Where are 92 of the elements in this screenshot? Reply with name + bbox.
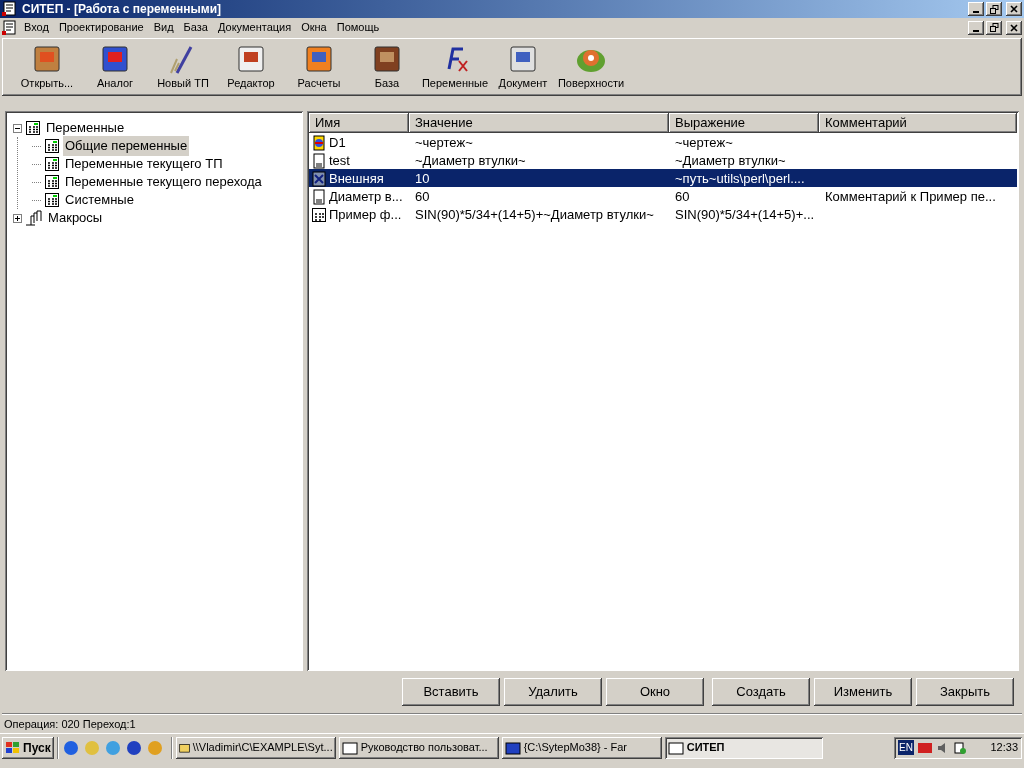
object-icon xyxy=(311,134,327,151)
tree-item[interactable]: Макросы xyxy=(46,208,105,228)
table-cell-text: test xyxy=(329,152,350,170)
network-icon[interactable] xyxy=(952,740,967,755)
action-button[interactable]: Создать xyxy=(712,678,810,706)
toolbar-button[interactable]: Поверхности xyxy=(558,42,624,92)
table-cell-text: ~Диаметр втулки~ xyxy=(414,152,527,170)
menu-item[interactable]: Окна xyxy=(297,19,331,36)
table-cell-text: D1 xyxy=(329,134,346,152)
table-row[interactable]: Пример ф... SIN(90)*5/34+(14+5)+~Диаметр втулки~ SIN(90)*5/34+(14+5)+... xyxy=(309,205,1017,223)
table-cell-text: ~путь~utils\perl\perl.... xyxy=(674,170,806,188)
tree-item[interactable]: Переменные текущего ТП xyxy=(63,154,225,174)
document-icon xyxy=(2,19,18,36)
tree-item[interactable]: Переменные xyxy=(44,118,127,138)
toolbar-button[interactable]: Расчеты xyxy=(286,42,352,92)
document-icon xyxy=(311,188,327,205)
toolbar-button[interactable]: База xyxy=(354,42,420,92)
column-header[interactable]: Комментарий xyxy=(819,113,1017,133)
restore-button[interactable] xyxy=(986,20,1002,35)
menu-item[interactable]: Документация xyxy=(213,19,296,36)
table-icon xyxy=(44,156,60,172)
menu-item[interactable]: Вид xyxy=(149,19,178,36)
minimize-button[interactable] xyxy=(968,2,984,16)
taskbar-button[interactable]: Руководство пользоват... xyxy=(338,736,499,759)
close-button[interactable] xyxy=(1006,2,1022,16)
external-icon xyxy=(311,170,327,187)
document-icon xyxy=(311,152,327,169)
language-indicator[interactable]: EN xyxy=(898,740,914,755)
taskbar-button[interactable]: СИТЕП xyxy=(664,736,823,759)
collapse-toggle[interactable] xyxy=(13,123,22,133)
window-title: СИТЕП - [Работа с переменными] xyxy=(22,1,223,18)
close-button[interactable] xyxy=(1006,20,1022,35)
toolbar-button[interactable]: Аналог xyxy=(82,42,148,92)
toolbar-button[interactable]: Редактор xyxy=(218,42,284,92)
taskbar-button[interactable]: \\Vladimir\C\EXAMPLE\Syt... xyxy=(175,736,336,759)
table-cell-text: Внешняя xyxy=(329,170,384,188)
taskbar-button[interactable]: {C:\SytepMo38} - Far xyxy=(501,736,662,759)
restore-button[interactable] xyxy=(986,2,1002,16)
plus-icon xyxy=(14,214,21,222)
tree-item[interactable]: Системные xyxy=(63,190,136,210)
action-button[interactable]: Вставить xyxy=(402,678,500,706)
menu-item[interactable]: Вход xyxy=(20,19,53,36)
action-button[interactable]: Удалить xyxy=(504,678,602,706)
column-header[interactable]: Значение xyxy=(409,113,669,133)
table-cell-text: ~чертеж~ xyxy=(414,134,474,152)
table-row[interactable]: D1 ~чертеж~ ~чертеж~ xyxy=(309,133,1017,151)
toolbar-button[interactable]: Открыть... xyxy=(14,42,80,92)
table-cell-text: Комментарий к Пример пе... xyxy=(824,188,997,206)
action-button[interactable]: Закрыть xyxy=(916,678,1014,706)
menu-item[interactable]: База xyxy=(179,19,212,36)
tree-item[interactable]: Переменные текущего перехода xyxy=(63,172,264,192)
table-icon xyxy=(44,174,60,190)
tree-item[interactable]: Общие переменные xyxy=(63,136,190,156)
expand-toggle[interactable] xyxy=(13,213,22,223)
table-row[interactable]: Внешняя 10 ~путь~utils\perl\perl.... xyxy=(309,169,1017,187)
table-icon xyxy=(44,138,60,154)
table-cell-text: Пример ф... xyxy=(329,206,402,224)
table-cell-text: ~Диаметр втулки~ xyxy=(674,152,787,170)
table-icon xyxy=(311,206,327,223)
table-icon xyxy=(44,192,60,208)
document-icon xyxy=(341,739,358,756)
toolbar-button[interactable]: Документ xyxy=(490,42,556,92)
close-icon xyxy=(1010,5,1018,13)
close-icon xyxy=(1010,23,1018,32)
minimize-icon xyxy=(973,29,979,32)
table-row[interactable]: Диаметр в... 60 60 Комментарий к Пример пе... xyxy=(309,187,1017,205)
column-header[interactable]: Имя xyxy=(309,113,409,133)
action-button[interactable]: Окно xyxy=(606,678,704,706)
tray-icon[interactable] xyxy=(916,740,933,755)
toolbar-button[interactable]: Переменные xyxy=(422,42,488,92)
start-button[interactable]: Пуск xyxy=(2,736,54,759)
table-cell-text: 60 xyxy=(414,188,431,206)
status-text: Операция: 020 Переход:1 xyxy=(3,716,137,732)
table-row[interactable]: test ~Диаметр втулки~ ~Диаметр втулки~ xyxy=(309,151,1017,169)
restore-icon xyxy=(989,4,999,14)
toolbar-button[interactable]: Новый ТП xyxy=(150,42,216,92)
clock: 12:33 xyxy=(990,740,1018,756)
menu-item[interactable]: Проектирование xyxy=(54,19,148,36)
minimize-icon xyxy=(973,11,979,13)
table-cell-text: Диаметр в... xyxy=(329,188,403,206)
table-cell-text: SIN(90)*5/34+(14+5)+~Диаметр втулки~ xyxy=(414,206,655,224)
minimize-button[interactable] xyxy=(968,20,984,35)
restore-icon xyxy=(989,23,999,32)
table-icon xyxy=(25,120,41,136)
column-header[interactable]: Выражение xyxy=(669,113,819,133)
macro-icon xyxy=(25,210,43,226)
table-cell-text: 60 xyxy=(674,188,691,206)
action-button[interactable]: Изменить xyxy=(814,678,912,706)
table-cell-text: ~чертеж~ xyxy=(674,134,734,152)
menu-item[interactable]: Помощь xyxy=(332,19,384,36)
table-cell-text: SIN(90)*5/34+(14+5)+... xyxy=(674,206,816,224)
table-cell-text: 10 xyxy=(414,170,431,188)
